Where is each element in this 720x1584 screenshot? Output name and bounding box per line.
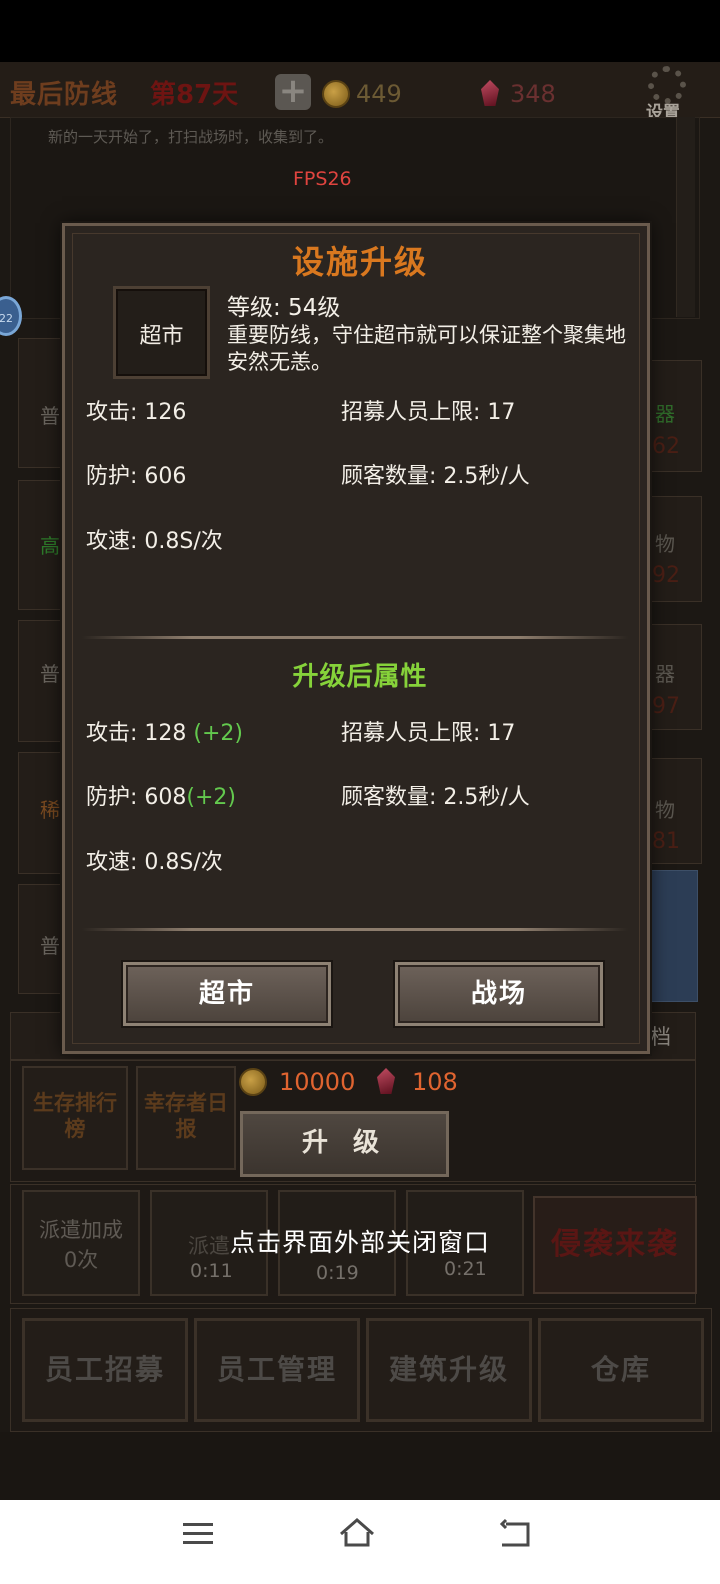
gold-amount: 449 — [356, 80, 402, 108]
gold-coin-icon — [322, 80, 350, 108]
gem-cost: 108 — [412, 1068, 458, 1096]
stat-defense: 防护: 606 — [86, 464, 187, 489]
after-upgrade-title: 升级后属性 — [292, 662, 428, 692]
row-count: 81 — [652, 829, 680, 854]
stat-customers: 顾客数量: 2.5秒/人 — [341, 464, 530, 489]
row-rarity: 普 — [40, 934, 60, 958]
menu-icon[interactable] — [178, 1514, 218, 1554]
manage-staff-button[interactable]: 员工管理 — [194, 1318, 360, 1422]
upgrade-button[interactable]: 升 级 — [240, 1111, 449, 1177]
log-scrollbar[interactable] — [676, 117, 695, 317]
section-divider — [82, 928, 628, 931]
after-stat-recruit-limit: 招募人员上限: 17 — [341, 721, 516, 746]
bottom-strip — [0, 1432, 720, 1500]
section-divider — [82, 636, 628, 639]
add-icon[interactable]: + — [275, 74, 311, 110]
warehouse-button[interactable]: 仓库 — [538, 1318, 704, 1422]
stat-attack: 攻击: 126 — [86, 400, 187, 425]
fps-counter: FPS26 — [293, 168, 352, 190]
survivor-daily-button[interactable]: 幸存者日报 — [136, 1066, 236, 1170]
day-counter: 第87天 — [150, 80, 239, 110]
row-type: 物 — [655, 532, 675, 556]
game-title: 最后防线 — [10, 80, 119, 110]
stat-recruit-limit: 招募人员上限: 17 — [341, 400, 516, 425]
row-count: 97 — [652, 694, 680, 719]
dispatch-timer: 0:19 — [316, 1262, 359, 1284]
supermarket-button[interactable]: 超市 — [123, 962, 331, 1026]
facility-name: 超市 — [139, 324, 184, 349]
row-count: 92 — [652, 563, 680, 588]
dispatch-timer: 0:21 — [444, 1258, 487, 1280]
stat-attack-speed: 攻速: 0.8S/次 — [86, 529, 223, 554]
dispatch-timer: 0:11 — [190, 1260, 233, 1282]
row-rarity: 稀 — [40, 798, 60, 822]
facility-description: 重要防线，守住超市就可以保证整个聚集地安然无恙。 — [227, 323, 626, 374]
row-type: 物 — [655, 798, 675, 822]
close-hint: 点击界面外部关闭窗口 — [229, 1228, 490, 1257]
after-stat-defense: 防护: 608(+2) — [86, 785, 237, 810]
row-type: 器 — [655, 402, 675, 426]
status-bar — [0, 0, 720, 62]
gold-coin-icon — [239, 1068, 267, 1096]
building-upgrade-button[interactable]: 建筑升级 — [366, 1318, 532, 1422]
home-icon[interactable] — [337, 1514, 377, 1554]
facility-level: 等级: 54级 — [227, 295, 341, 321]
gem-amount: 348 — [510, 80, 556, 108]
after-stat-customers: 顾客数量: 2.5秒/人 — [341, 785, 530, 810]
archive-label[interactable]: 档 — [650, 1021, 671, 1051]
row-rarity: 高 — [40, 534, 60, 558]
log-message: 新的一天开始了，打扫战场时，收集到了。 — [48, 128, 334, 146]
ranking-button[interactable]: 生存排行榜 — [22, 1066, 128, 1170]
dialog-title: 设施升级 — [291, 243, 428, 281]
after-stat-attack-speed: 攻速: 0.8S/次 — [86, 850, 223, 875]
coin-cost: 10000 — [279, 1068, 356, 1096]
row-rarity: 普 — [40, 404, 60, 428]
battlefield-button[interactable]: 战场 — [395, 962, 603, 1026]
back-icon[interactable] — [496, 1514, 536, 1554]
after-stat-attack: 攻击: 128 (+2) — [86, 721, 244, 746]
row-count: 62 — [652, 434, 680, 459]
recruit-staff-button[interactable]: 员工招募 — [22, 1318, 188, 1422]
